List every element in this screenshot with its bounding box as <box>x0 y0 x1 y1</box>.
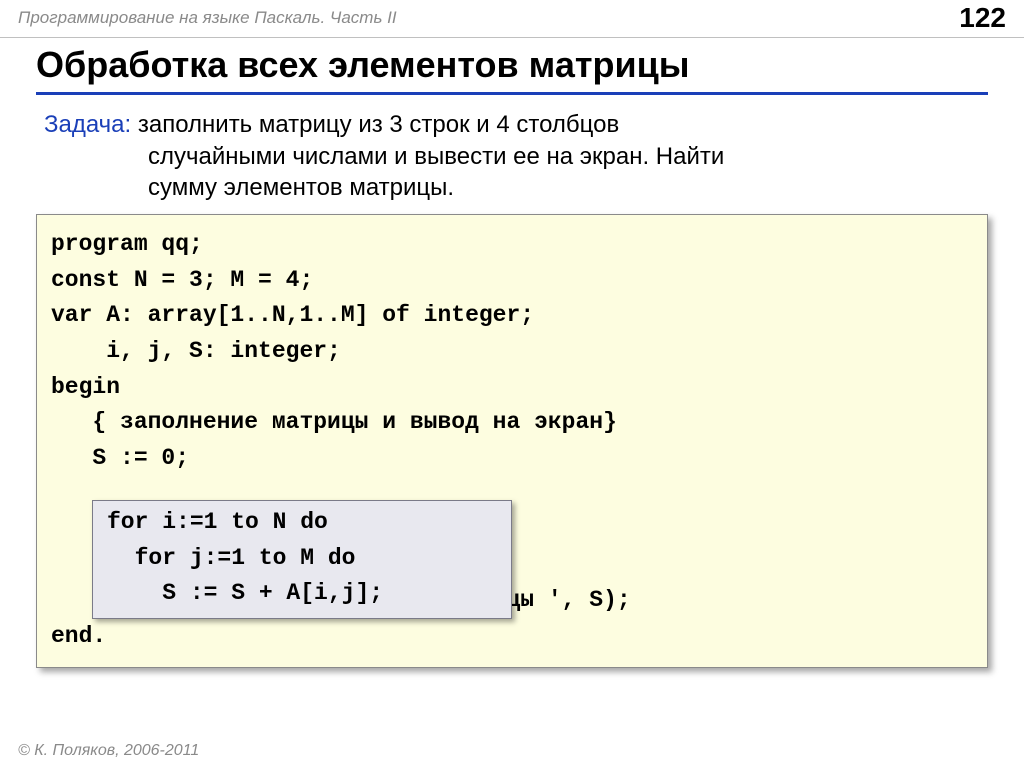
page-number: 122 <box>959 2 1006 34</box>
code-l5: begin <box>51 374 120 400</box>
footer-copyright: © К. Поляков, 2006-2011 <box>18 742 199 760</box>
inner-l2: for j:=1 to M do <box>107 545 355 571</box>
code-box-inner: for i:=1 to N do for j:=1 to M do S := S… <box>92 500 512 619</box>
copyright-text: К. Поляков, 2006-2011 <box>34 742 199 759</box>
task-block: Задача: заполнить матрицу из 3 строк и 4… <box>44 109 988 204</box>
code-l6: { заполнение матрицы и вывод на экран} <box>51 409 617 435</box>
inner-l1: for i:=1 to N do <box>107 509 328 535</box>
task-line-1-text: заполнить матрицу из 3 строк и 4 столбцо… <box>138 111 619 138</box>
task-line-3: сумму элементов матрицы. <box>148 172 988 204</box>
inner-l3: S := S + A[i,j]; <box>107 580 383 606</box>
code-l10 <box>51 552 65 578</box>
code-l8 <box>51 481 65 507</box>
task-label: Задача: <box>44 111 131 138</box>
task-line-2: случайными числами и вывести ее на экран… <box>148 141 988 173</box>
code-l1: program qq; <box>51 231 203 257</box>
code-l9 <box>51 516 65 542</box>
slide-title: Обработка всех элементов матрицы <box>36 44 988 86</box>
copyright-symbol: © <box>18 742 34 759</box>
code-l7: S := 0; <box>51 445 189 471</box>
code-l2: const N = 3; M = 4; <box>51 267 313 293</box>
code-l12: end. <box>51 623 106 649</box>
top-bar: Программирование на языке Паскаль. Часть… <box>0 0 1024 38</box>
code-l4: i, j, S: integer; <box>51 338 341 364</box>
slide-content: Обработка всех элементов матрицы Задача:… <box>0 38 1024 668</box>
title-underline <box>36 92 988 95</box>
code-l3: var A: array[1..N,1..M] of integer; <box>51 302 534 328</box>
code-area: program qq; const N = 3; M = 4; var A: a… <box>36 214 988 668</box>
doc-title: Программирование на языке Паскаль. Часть… <box>18 8 397 28</box>
